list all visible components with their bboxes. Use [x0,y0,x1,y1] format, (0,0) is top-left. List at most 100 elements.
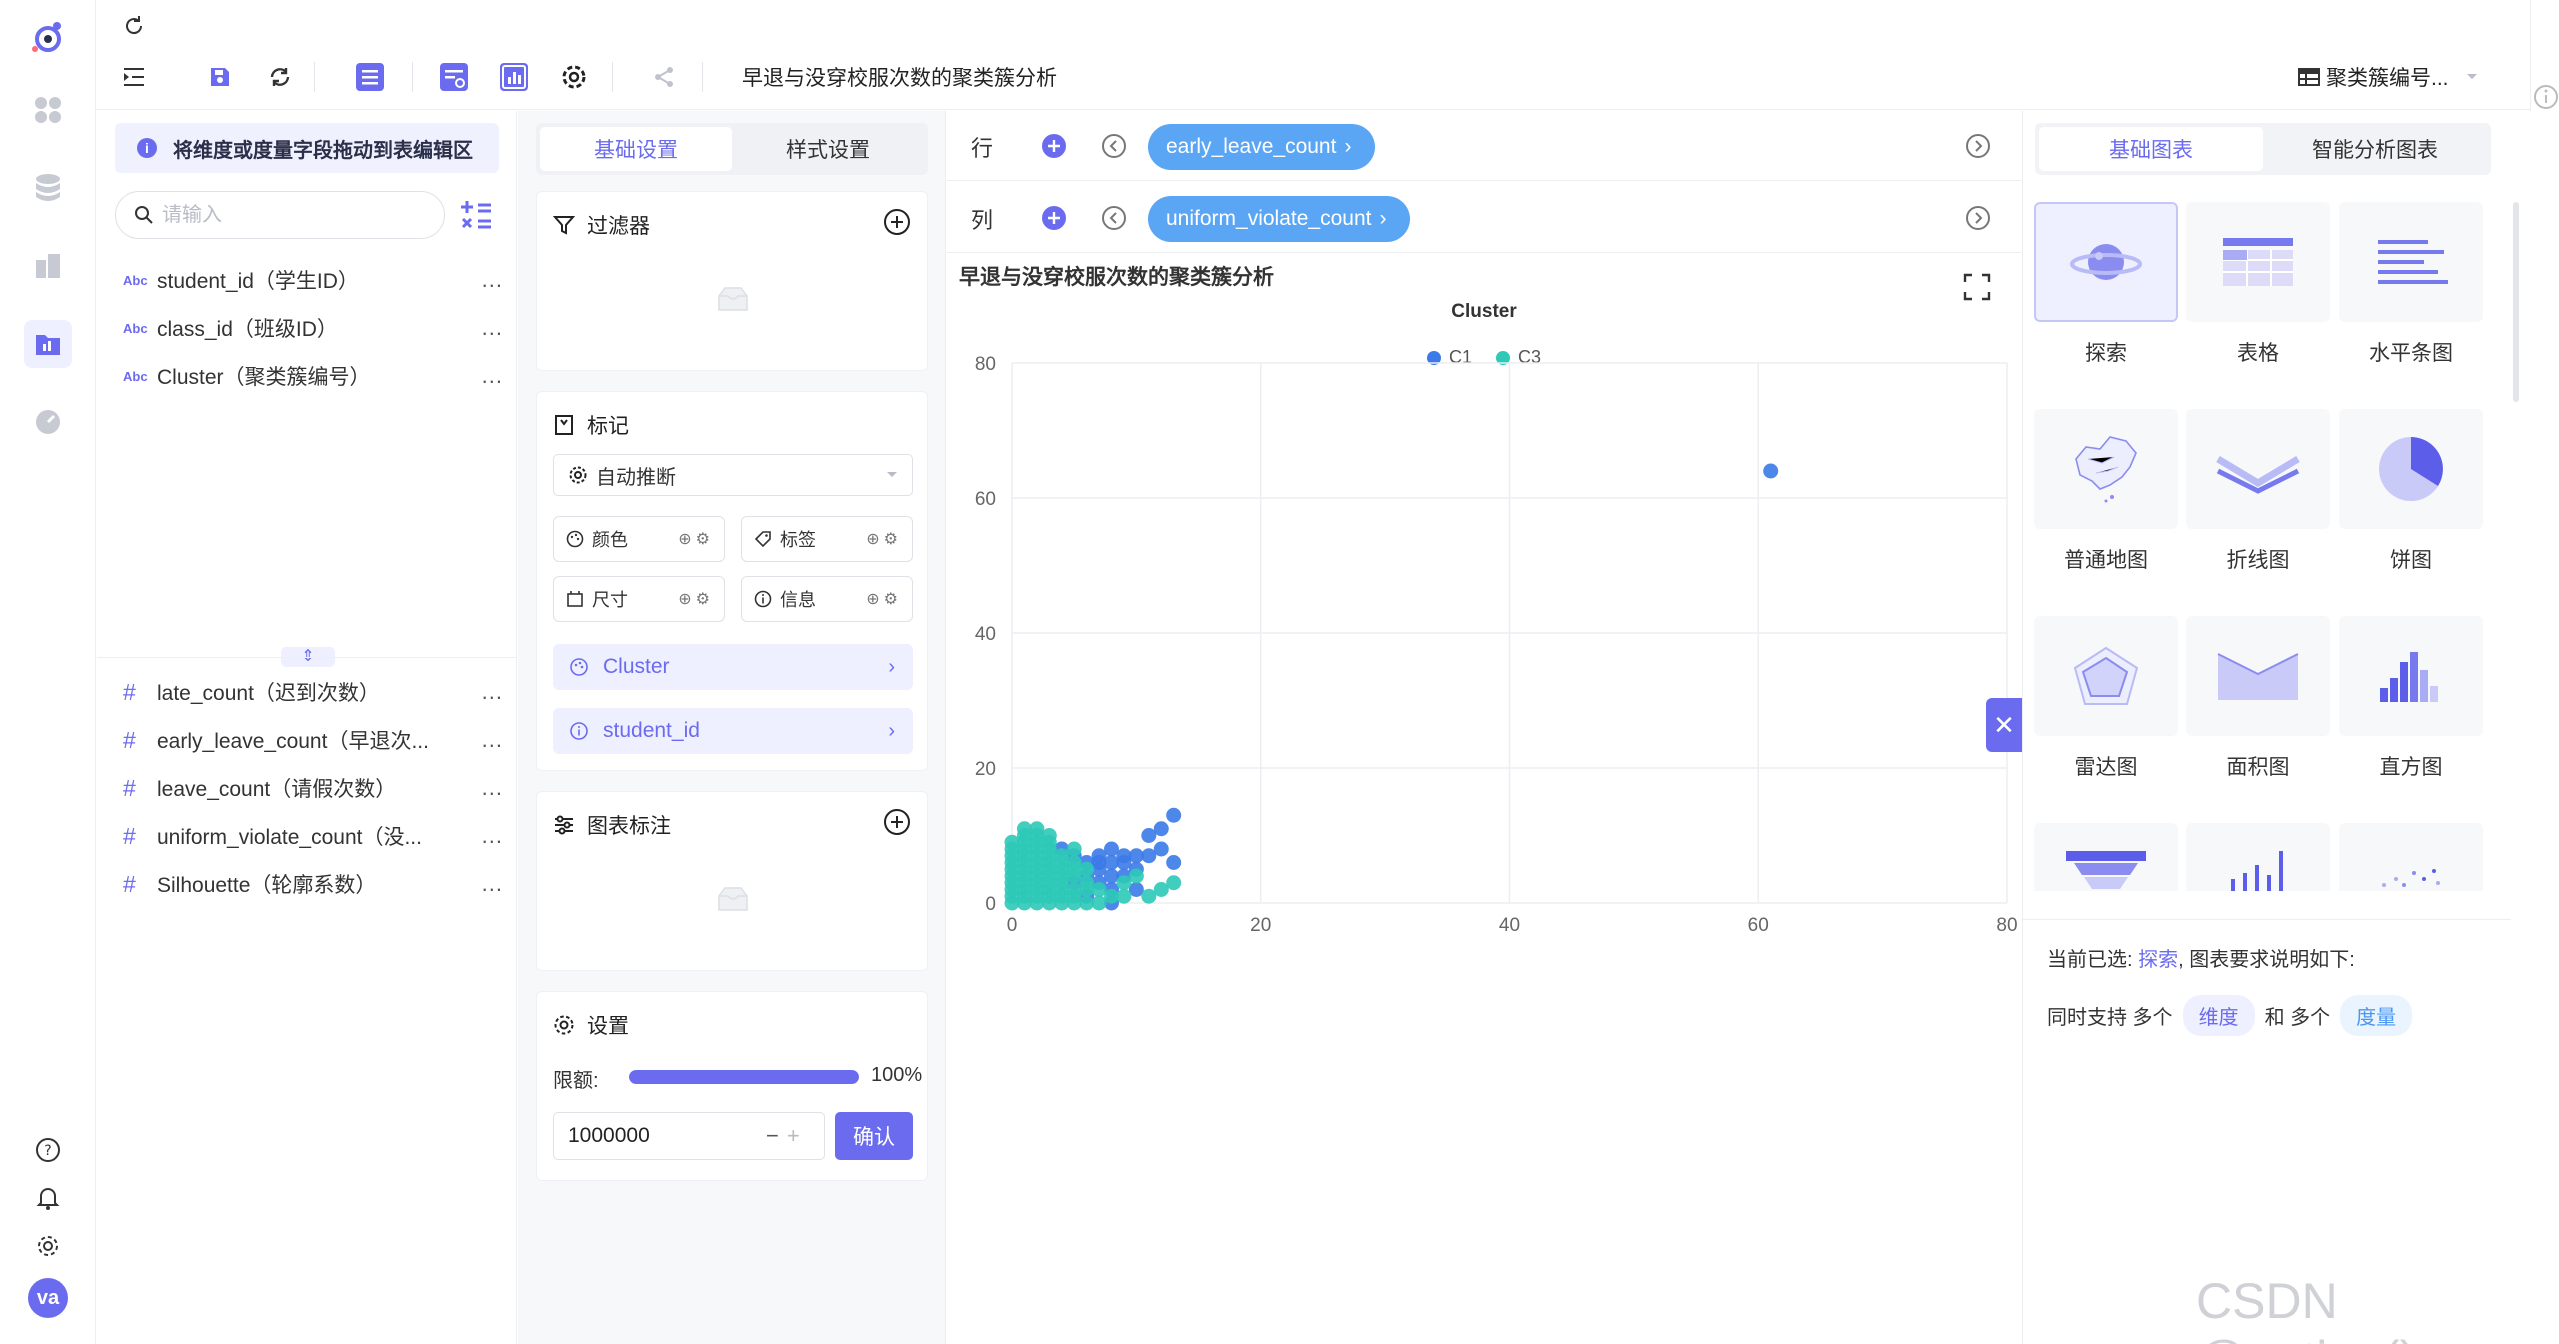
help-icon[interactable]: ? [24,1126,72,1174]
column-shelf-expand-icon[interactable] [1965,205,1991,231]
info-encoding-button[interactable]: 信息 ⊕⚙ [741,576,913,622]
share-icon[interactable] [646,59,682,95]
data-point-c3[interactable] [1079,875,1095,891]
more-icon[interactable]: ... [473,727,503,753]
chart-type-radar[interactable] [2034,616,2178,736]
data-point-c3[interactable] [1004,834,1020,850]
chart-config-icon[interactable] [436,59,472,95]
dimension-field-cluster[interactable]: Abc Cluster（聚类簇编号） ... [123,356,503,396]
dataset-icon[interactable] [24,242,72,290]
data-point-c1[interactable] [1763,463,1779,479]
confirm-button[interactable]: 确认 [835,1112,913,1160]
chart-type-explore[interactable] [2034,202,2178,322]
more-icon[interactable]: ... [473,267,503,293]
chart-type-table[interactable] [2186,202,2330,322]
more-icon[interactable]: ... [473,823,503,849]
data-point-c3[interactable] [1141,888,1157,904]
save-icon[interactable] [202,59,238,95]
field-search[interactable] [115,191,445,239]
avatar[interactable]: va [24,1274,72,1322]
row-shelf-collapse-icon[interactable] [1101,133,1127,159]
chart-type-scatter[interactable] [2339,823,2483,891]
search-input[interactable] [162,203,422,227]
decrement-icon[interactable]: − [766,1123,779,1149]
collapse-menu-icon[interactable] [116,59,152,95]
more-icon[interactable]: ... [473,315,503,341]
database-icon[interactable] [24,164,72,212]
scatter-plot[interactable]: 0 20 40 60 80 0 20 40 60 80 [947,339,2021,1344]
chart-type-line[interactable] [2186,409,2330,529]
measure-field-uniform-violate-count[interactable]: # uniform_violate_count（没... ... [123,816,503,856]
chip-tools-icon[interactable]: ⊕⚙ [678,529,714,549]
data-point-c3[interactable] [1016,821,1032,837]
cluster-field-select[interactable]: 聚类簇编号... [2298,62,2479,92]
chart-label-pie: 饼图 [2390,549,2432,572]
add-filter-icon[interactable] [883,208,911,236]
fullscreen-icon[interactable] [1963,273,1991,301]
more-icon[interactable]: ... [473,363,503,389]
data-point-c1[interactable] [1141,828,1157,843]
dashboard-icon[interactable] [24,86,72,134]
limit-value-input[interactable] [568,1124,758,1148]
settings-gear-icon[interactable] [24,1222,72,1270]
color-encoding-button[interactable]: 颜色 ⊕⚙ [553,516,725,562]
app-logo-icon[interactable] [24,14,72,62]
add-row-field-icon[interactable] [1041,133,1067,159]
close-panel-button[interactable]: ✕ [1986,698,2022,752]
dimension-field-student-id[interactable]: Abc student_id（学生ID） ... [123,260,503,300]
chart-type-column[interactable] [2186,823,2330,891]
measure-field-leave-count[interactable]: # leave_count（请假次数） ... [123,768,503,808]
info-circle-icon[interactable] [2533,84,2559,110]
chip-tools-icon[interactable]: ⊕⚙ [866,589,902,609]
more-icon[interactable]: ... [473,679,503,705]
size-encoding-button[interactable]: 尺寸 ⊕⚙ [553,576,725,622]
data-table-icon[interactable] [352,59,388,95]
measure-field-late-count[interactable]: # late_count（迟到次数） ... [123,672,503,712]
chart-type-map[interactable] [2034,409,2178,529]
chart-type-area[interactable] [2186,616,2330,736]
chip-tools-icon[interactable]: ⊕⚙ [678,589,714,609]
data-point-c3[interactable] [1066,841,1082,857]
data-point-c3[interactable] [1116,875,1132,891]
calculated-field-icon[interactable] [459,199,493,237]
label-encoding-button[interactable]: 标签 ⊕⚙ [741,516,913,562]
add-annotation-icon[interactable] [883,808,911,836]
mark-type-select[interactable]: 自动推断 [553,454,913,496]
column-field-pill[interactable]: uniform_violate_count › [1148,196,1411,242]
tab-basic-charts[interactable]: 基础图表 [2039,127,2263,171]
row-field-pill[interactable]: early_leave_count › [1148,124,1376,170]
encoding-student-id[interactable]: student_id › [553,708,913,754]
more-icon[interactable]: ... [473,775,503,801]
tab-basic-settings[interactable]: 基础设置 [540,127,732,171]
measure-type-badge: # [123,678,136,705]
encoding-cluster[interactable]: Cluster › [553,644,913,690]
add-column-field-icon[interactable] [1041,205,1067,231]
chart-type-histogram[interactable] [2339,616,2483,736]
dimension-field-class-id[interactable]: Abc class_id（班级ID） ... [123,308,503,348]
data-point-c1[interactable] [1166,807,1182,823]
monitor-icon[interactable] [24,398,72,446]
chart-type-pie[interactable] [2339,409,2483,529]
refresh-icon[interactable] [116,8,152,44]
limit-number-input[interactable]: − + [553,1112,825,1160]
measure-field-early-leave-count[interactable]: # early_leave_count（早退次... ... [123,720,503,760]
bar-chart-view-icon[interactable] [496,59,532,95]
data-point-c3[interactable] [1066,855,1082,870]
tab-style-settings[interactable]: 样式设置 [732,127,924,171]
gallery-scrollbar[interactable] [2513,202,2519,402]
model-settings-icon[interactable] [556,59,592,95]
data-point-c1[interactable] [1166,855,1182,870]
chart-type-funnel[interactable] [2034,823,2178,891]
column-shelf-collapse-icon[interactable] [1101,205,1127,231]
chart-type-horizontal-bar[interactable] [2339,202,2483,322]
increment-icon[interactable]: + [787,1123,800,1149]
bell-icon[interactable] [24,1174,72,1222]
chip-tools-icon[interactable]: ⊕⚙ [866,529,902,549]
measure-field-silhouette[interactable]: # Silhouette（轮廓系数） ... [123,864,503,904]
tab-smart-charts[interactable]: 智能分析图表 [2263,127,2487,171]
settings-tabs: 基础设置 样式设置 [536,123,928,175]
row-shelf-expand-icon[interactable] [1965,133,1991,159]
more-icon[interactable]: ... [473,871,503,897]
sync-icon[interactable] [262,59,298,95]
analysis-folder-icon[interactable] [24,320,72,368]
